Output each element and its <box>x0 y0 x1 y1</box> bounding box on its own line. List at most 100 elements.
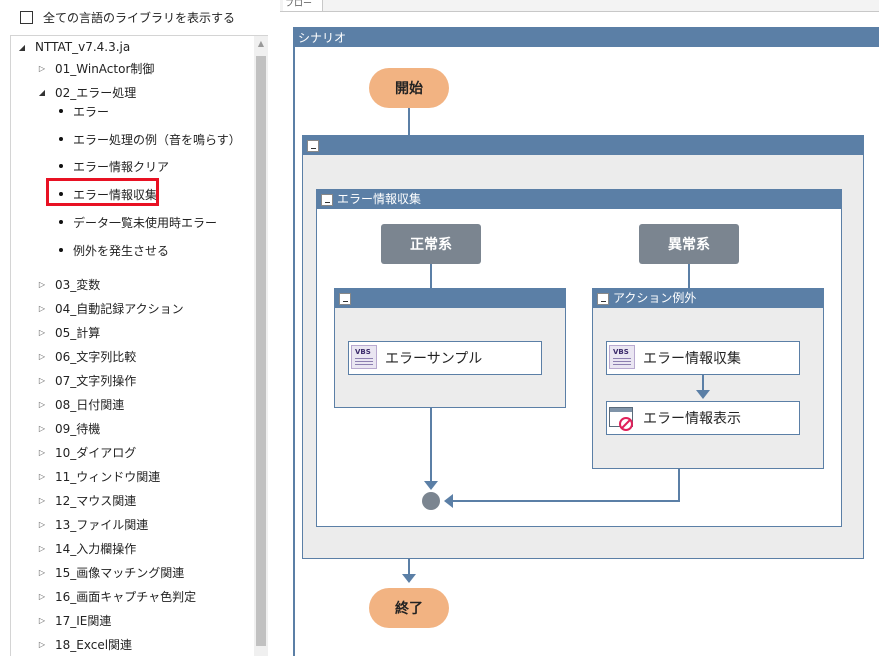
outer-group-header[interactable] <box>303 136 863 155</box>
collapsed-arrow-icon[interactable]: ▷ <box>37 592 47 601</box>
library-tree[interactable]: ◢ NTTAT_v7.4.3.ja ▷ 01_WinActor制御 ◢ 02_エ… <box>10 35 268 656</box>
action-error-sample[interactable]: VBS エラーサンプル <box>348 341 542 375</box>
collapsed-arrow-icon[interactable]: ▷ <box>37 424 47 433</box>
error-collect-title: エラー情報収集 <box>337 192 422 206</box>
tree-item-label: 18_Excel関連 <box>55 637 133 652</box>
collapsed-arrow-icon[interactable]: ▷ <box>37 472 47 481</box>
tree-item-04[interactable]: ▷ 04_自動記録アクション <box>37 298 184 318</box>
action-error-collect[interactable]: VBS エラー情報収集 <box>606 341 800 375</box>
tab-flow[interactable]: フロー <box>283 0 323 11</box>
tree-leaf-datalist-error[interactable]: データ一覧未使用時エラー <box>57 212 217 232</box>
tree-item-18[interactable]: ▷ 18_Excel関連 <box>37 634 132 654</box>
tree-item-label: 09_待機 <box>55 421 101 436</box>
tree-item-label: 04_自動記録アクション <box>55 301 184 316</box>
tree-leaf-raise-exception[interactable]: 例外を発生させる <box>57 240 169 260</box>
tree-item-label: 03_変数 <box>55 277 101 292</box>
collapsed-arrow-icon[interactable]: ▷ <box>37 568 47 577</box>
collapsed-arrow-icon[interactable]: ▷ <box>37 544 47 553</box>
tree-scrollbar[interactable]: ▲ <box>254 36 268 656</box>
tree-root[interactable]: ◢ NTTAT_v7.4.3.ja <box>17 37 130 57</box>
collapsed-arrow-icon[interactable]: ▷ <box>37 352 47 361</box>
collapse-icon[interactable] <box>597 292 609 305</box>
end-node[interactable]: 終了 <box>369 588 449 628</box>
tree-item-label: 17_IE関連 <box>55 613 112 628</box>
collapsed-arrow-icon[interactable]: ▷ <box>37 520 47 529</box>
collapsed-arrow-icon[interactable]: ▷ <box>37 64 47 73</box>
arrow-left-icon <box>444 494 453 508</box>
expanded-arrow-icon[interactable]: ◢ <box>17 43 27 52</box>
exception-group[interactable]: アクション例外 <box>592 288 824 469</box>
tree-leaf-error[interactable]: エラー <box>57 101 109 121</box>
tree-item-label: 12_マウス関連 <box>55 493 137 508</box>
tree-leaf-error-example[interactable]: エラー処理の例（音を鳴らす） <box>57 129 241 149</box>
connector-line <box>678 469 680 502</box>
scenario-header: シナリオ <box>295 29 879 47</box>
collapsed-arrow-icon[interactable]: ▷ <box>37 328 47 337</box>
arrow-down-icon <box>402 574 416 583</box>
collapsed-arrow-icon[interactable]: ▷ <box>37 304 47 313</box>
bullet-icon <box>59 248 63 252</box>
collapsed-arrow-icon[interactable]: ▷ <box>37 448 47 457</box>
expanded-arrow-icon[interactable]: ◢ <box>37 88 47 97</box>
normal-group-header[interactable] <box>335 289 565 308</box>
connector-line <box>430 264 432 288</box>
tree-item-05[interactable]: ▷ 05_計算 <box>37 322 100 342</box>
collapsed-arrow-icon[interactable]: ▷ <box>37 640 47 649</box>
scroll-up-icon[interactable]: ▲ <box>254 36 268 52</box>
tree-item-03[interactable]: ▷ 03_変数 <box>37 274 100 294</box>
show-all-checkbox[interactable] <box>20 10 33 24</box>
exception-group-header[interactable]: アクション例外 <box>593 289 823 308</box>
collapsed-arrow-icon[interactable]: ▷ <box>37 496 47 505</box>
tree-item-12[interactable]: ▷ 12_マウス関連 <box>37 490 136 510</box>
action-error-show[interactable]: エラー情報表示 <box>606 401 800 435</box>
collapse-icon[interactable] <box>307 139 319 152</box>
scroll-thumb[interactable] <box>256 56 266 646</box>
tree-item-label: 08_日付関連 <box>55 397 125 412</box>
connector-line <box>408 108 410 135</box>
window-error-icon <box>609 405 639 431</box>
collapsed-arrow-icon[interactable]: ▷ <box>37 376 47 385</box>
tree-leaf-label: エラー処理の例（音を鳴らす） <box>73 132 241 147</box>
tree-leaf-label: 例外を発生させる <box>73 243 170 258</box>
connector-line <box>452 500 680 502</box>
bullet-icon <box>59 220 63 224</box>
tree-item-01[interactable]: ▷ 01_WinActor制御 <box>37 58 154 78</box>
tree-item-label: 07_文字列操作 <box>55 373 137 388</box>
error-collect-header[interactable]: エラー情報収集 <box>317 190 841 209</box>
tree-item-09[interactable]: ▷ 09_待機 <box>37 418 100 438</box>
collapsed-arrow-icon[interactable]: ▷ <box>37 280 47 289</box>
vbs-script-icon: VBS <box>351 345 381 371</box>
collapsed-arrow-icon[interactable]: ▷ <box>37 400 47 409</box>
tree-item-07[interactable]: ▷ 07_文字列操作 <box>37 370 136 390</box>
tree-item-label: 01_WinActor制御 <box>55 61 155 76</box>
tree-item-14[interactable]: ▷ 14_入力欄操作 <box>37 538 136 558</box>
tree-item-label: 06_文字列比較 <box>55 349 137 364</box>
tree-leaf-error-clear[interactable]: エラー情報クリア <box>57 156 169 176</box>
tree-item-label: 10_ダイアログ <box>55 445 137 460</box>
exception-group-title: アクション例外 <box>613 291 697 305</box>
tree-item-06[interactable]: ▷ 06_文字列比較 <box>37 346 136 366</box>
tree-item-16[interactable]: ▷ 16_画面キャプチャ色判定 <box>37 586 196 606</box>
tree-item-15[interactable]: ▷ 15_画像マッチング関連 <box>37 562 184 582</box>
connector-line <box>688 264 690 288</box>
tree-item-17[interactable]: ▷ 17_IE関連 <box>37 610 111 630</box>
normal-branch-label[interactable]: 正常系 <box>381 224 481 264</box>
error-branch-label[interactable]: 異常系 <box>639 224 739 264</box>
connector-line <box>702 375 704 391</box>
action-label: エラー情報収集 <box>643 351 741 367</box>
tree-item-10[interactable]: ▷ 10_ダイアログ <box>37 442 136 462</box>
tree-item-11[interactable]: ▷ 11_ウィンドウ関連 <box>37 466 160 486</box>
action-label: エラー情報表示 <box>643 411 741 427</box>
start-node[interactable]: 開始 <box>369 68 449 108</box>
tree-item-02[interactable]: ◢ 02_エラー処理 <box>37 82 136 102</box>
tree-item-13[interactable]: ▷ 13_ファイル関連 <box>37 514 148 534</box>
collapse-icon[interactable] <box>339 292 351 305</box>
tree-item-label: 11_ウィンドウ関連 <box>55 469 161 484</box>
arrow-down-icon <box>696 390 710 399</box>
collapsed-arrow-icon[interactable]: ▷ <box>37 616 47 625</box>
tree-item-08[interactable]: ▷ 08_日付関連 <box>37 394 124 414</box>
show-all-languages-option[interactable]: 全ての言語のライブラリを表示する <box>20 9 235 25</box>
bullet-icon <box>59 109 63 113</box>
collapse-icon[interactable] <box>321 193 333 206</box>
show-all-label: 全ての言語のライブラリを表示する <box>43 10 236 25</box>
